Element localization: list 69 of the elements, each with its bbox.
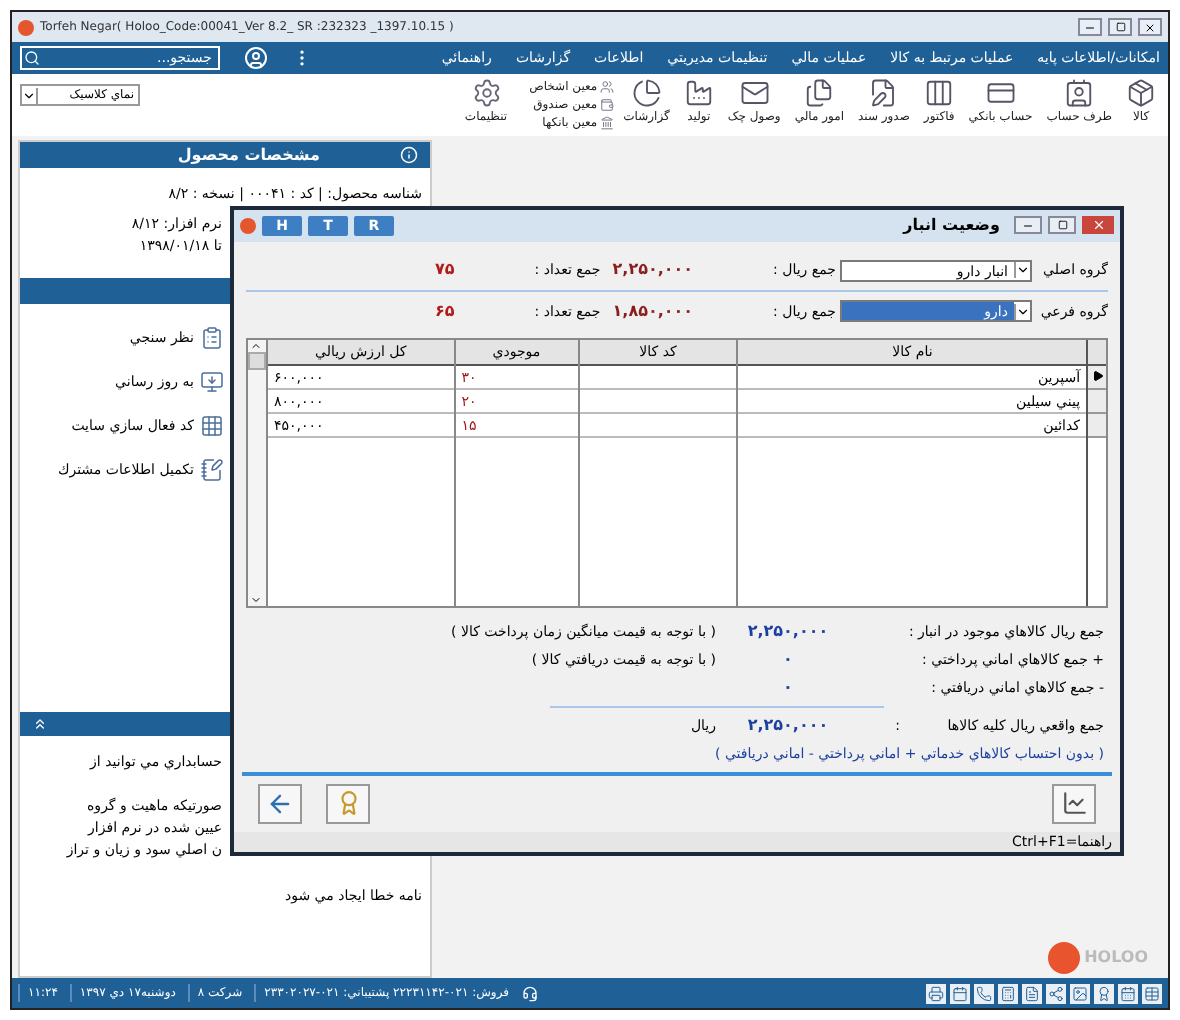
columns-icon [924, 78, 955, 108]
summary-value: ۰ [781, 675, 795, 700]
maximize-button[interactable] [1048, 216, 1076, 235]
collapse-icon[interactable] [32, 716, 48, 732]
total-value: ۲,۲۵۰,۰۰۰ [745, 713, 831, 738]
count-total: ۷۵ [435, 258, 455, 283]
chart-icon [631, 78, 662, 108]
scrollbar[interactable] [247, 339, 266, 606]
grid-icon [200, 414, 224, 438]
count-total: ۶۵ [435, 299, 455, 324]
scroll-down-icon[interactable] [250, 593, 263, 606]
printer-icon [928, 985, 944, 1001]
document-icon [1024, 985, 1040, 1001]
close-icon [1091, 218, 1105, 233]
back-arrow-icon [266, 789, 294, 818]
rial-total: ۱,۸۵۰,۰۰۰ [612, 299, 694, 324]
minimize-button[interactable] [1078, 18, 1102, 36]
box-icon [1126, 78, 1156, 108]
dialog-title: وضعيت انبار [903, 213, 1000, 238]
calendar-icon [952, 985, 968, 1001]
close-icon [1144, 21, 1156, 33]
logo-icon [1048, 942, 1081, 974]
scroll-up-icon[interactable] [250, 339, 263, 352]
document-edit-icon [868, 78, 899, 108]
dropdown-icon [1014, 262, 1030, 279]
wallet-icon [599, 98, 614, 112]
minimize-button[interactable] [1014, 216, 1042, 235]
chart-icon [1061, 790, 1087, 817]
minimize-icon [1022, 219, 1034, 232]
row-indicator[interactable] [1088, 365, 1106, 390]
bank-icon [599, 116, 614, 130]
user-icon[interactable] [244, 46, 268, 70]
award-icon [1096, 985, 1112, 1001]
bank-card-icon [985, 78, 1016, 108]
certificate-button[interactable] [326, 783, 370, 824]
factory-icon [683, 78, 714, 108]
phone-icon [976, 985, 992, 1001]
info-icon [400, 146, 418, 164]
contact-card-icon [1064, 78, 1095, 108]
award-icon [335, 790, 361, 817]
checklist-icon [200, 326, 224, 350]
envelope-icon [739, 78, 770, 108]
calendar-icon [1120, 985, 1136, 1001]
scroll-thumb[interactable] [247, 351, 266, 370]
notebook-icon [200, 458, 224, 482]
monitor-icon [200, 370, 224, 394]
maximize-button[interactable] [1108, 18, 1132, 36]
table-icon [1144, 985, 1160, 1001]
people-icon [599, 80, 614, 94]
files-icon [804, 78, 835, 108]
app-logo-icon [18, 19, 34, 35]
headset-icon [521, 985, 538, 1001]
chart-button[interactable] [1052, 783, 1096, 824]
share-icon [1048, 985, 1064, 1001]
maximize-icon [1115, 22, 1125, 32]
app-logo-icon [240, 217, 256, 234]
close-button[interactable] [1138, 18, 1162, 36]
image-icon [1072, 985, 1088, 1001]
rial-total: ۲,۲۵۰,۰۰۰ [612, 258, 694, 283]
summary-value: ۰ [781, 647, 795, 672]
minimize-icon [1084, 21, 1096, 33]
calculator-icon [1000, 985, 1016, 1001]
panel-title: مشخصات محصول [177, 143, 320, 167]
dropdown-icon [22, 87, 38, 103]
search-icon [24, 50, 40, 66]
settings-icon [471, 78, 502, 108]
summary-value: ۲,۲۵۰,۰۰۰ [745, 619, 831, 644]
maximize-icon [1057, 220, 1067, 231]
back-button[interactable] [258, 783, 302, 824]
